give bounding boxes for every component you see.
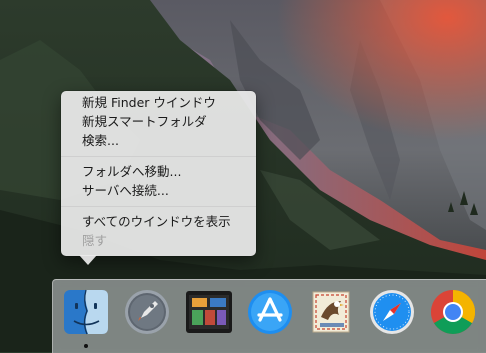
menu-item-show-all-windows[interactable]: すべてのウインドウを表示: [61, 213, 256, 231]
menu-item-new-smart-folder[interactable]: 新規スマートフォルダ: [61, 113, 256, 131]
app-store-icon[interactable]: [245, 287, 295, 337]
menu-item-go-to-folder[interactable]: フォルダへ移動...: [61, 163, 256, 181]
mail-icon[interactable]: [306, 287, 356, 337]
mission-control-icon[interactable]: [184, 287, 234, 337]
menu-pointer-arrow: [79, 255, 97, 265]
launchpad-icon[interactable]: [122, 287, 172, 337]
finder-icon[interactable]: [61, 287, 111, 337]
chrome-icon[interactable]: [428, 287, 478, 337]
running-indicator: [84, 344, 88, 348]
menu-separator: [61, 156, 256, 157]
menu-item-hide: 隠す: [82, 233, 108, 248]
safari-icon[interactable]: [367, 287, 417, 337]
menu-separator: [61, 206, 256, 207]
menu-item-find[interactable]: 検索...: [61, 132, 256, 150]
menu-item-connect-to-server[interactable]: サーバへ接続...: [61, 182, 256, 200]
dock-context-menu: 新規 Finder ウインドウ 新規スマートフォルダ 検索... フォルダへ移動…: [61, 91, 256, 256]
menu-item-new-finder-window[interactable]: 新規 Finder ウインドウ: [61, 94, 256, 112]
